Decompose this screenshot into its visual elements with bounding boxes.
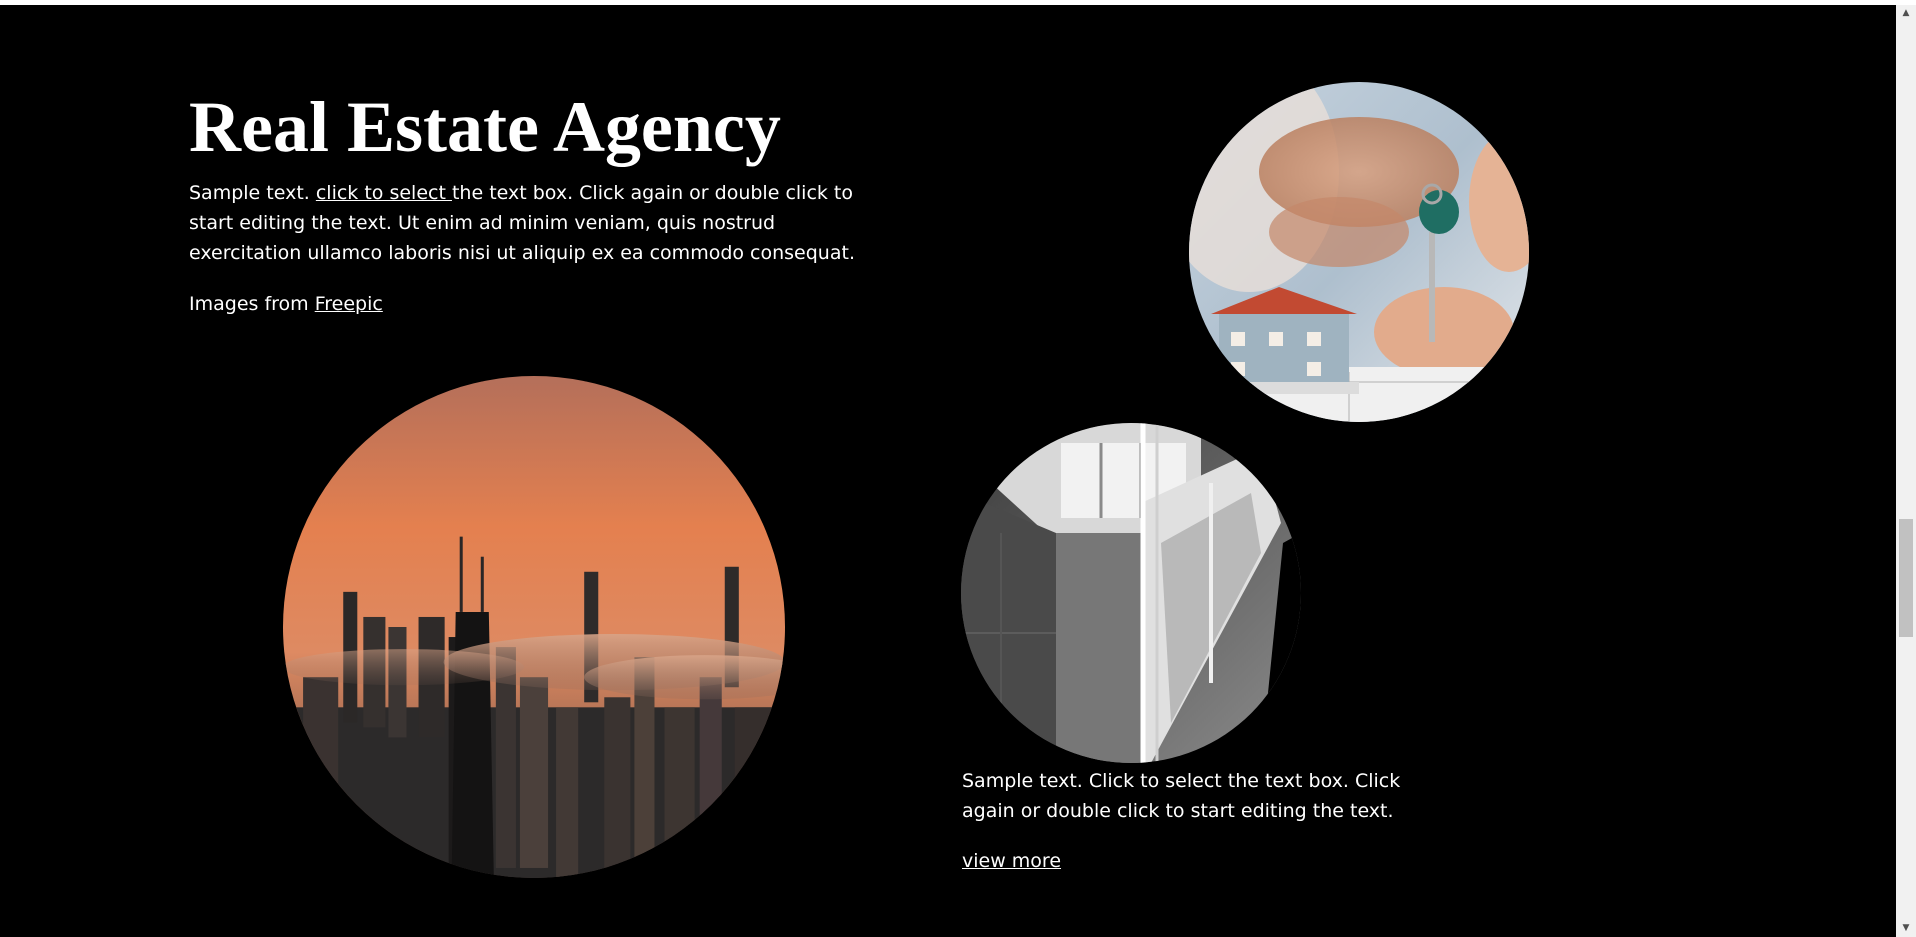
image-credit-prefix: Images from — [189, 293, 315, 315]
keys-house-image — [1189, 82, 1529, 422]
scroll-up-arrow-icon[interactable]: ▲ — [1896, 5, 1916, 22]
intro-text-start: Sample text. — [189, 182, 316, 204]
intro-paragraph: Sample text. click to select the text bo… — [189, 178, 889, 268]
city-skyline-image — [283, 376, 785, 878]
freepic-link[interactable]: Freepic — [315, 293, 383, 315]
image-credit: Images from Freepic — [189, 289, 383, 319]
building-interior-image — [961, 423, 1301, 763]
vertical-scrollbar[interactable]: ▲ ▼ — [1896, 5, 1916, 937]
scrollbar-thumb[interactable] — [1899, 519, 1913, 637]
view-more-link[interactable]: view more — [962, 846, 1061, 876]
page-title: Real Estate Agency — [189, 87, 781, 167]
feature-caption: Sample text. Click to select the text bo… — [962, 770, 1401, 822]
page: Real Estate Agency Sample text. click to… — [0, 5, 1896, 937]
click-to-select-link[interactable]: click to select — [316, 182, 452, 204]
scroll-down-arrow-icon[interactable]: ▼ — [1896, 920, 1916, 937]
